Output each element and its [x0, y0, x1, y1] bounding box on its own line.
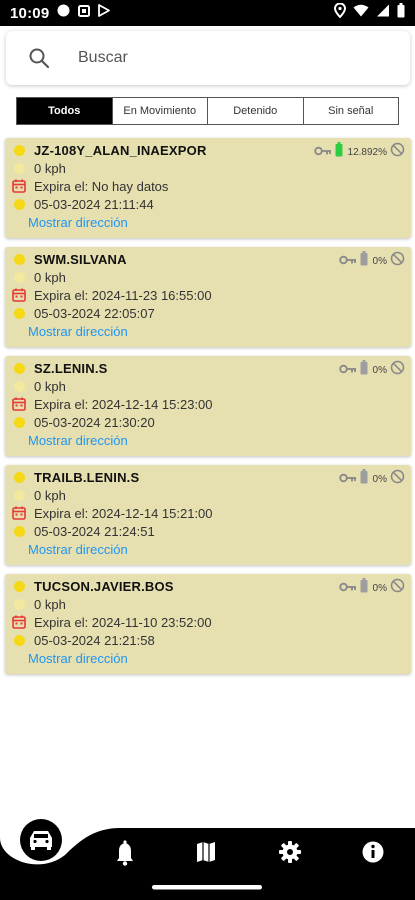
filter-tab-sin-senal[interactable]: Sin señal	[303, 98, 398, 124]
info-icon[interactable]	[362, 841, 384, 863]
sun-icon	[11, 251, 27, 267]
sun-icon	[11, 142, 27, 158]
battery-percent: 12.892%	[347, 146, 387, 158]
notification-square-icon	[78, 4, 91, 22]
vehicle-timestamp: 05-03-2024 21:24:51	[34, 523, 155, 539]
clock-icon	[11, 523, 27, 539]
location-icon	[333, 2, 347, 23]
vehicle-name: SWM.SILVANA	[34, 251, 127, 267]
vehicle-speed: 0 kph	[34, 487, 66, 503]
key-icon	[313, 143, 332, 161]
vehicle-expiry: Expira el: 2024-11-23 16:55:00	[34, 287, 212, 303]
clock-icon	[11, 305, 27, 321]
battery-icon	[360, 578, 368, 598]
vehicle-card[interactable]: TUCSON.JAVIER.BOS 0 kph Expira el: 2024-…	[5, 574, 411, 674]
vehicle-card[interactable]: SZ.LENIN.S 0 kph Expira el: 2024-12-14 1…	[5, 356, 411, 456]
sun-icon	[11, 360, 27, 376]
sun-icon	[11, 578, 27, 594]
vehicle-timestamp: 05-03-2024 21:30:20	[34, 414, 155, 430]
vehicle-expiry: Expira el: 2024-12-14 15:21:00	[34, 505, 213, 521]
vehicle-card[interactable]: TRAILB.LENIN.S 0 kph Expira el: 2024-12-…	[5, 465, 411, 565]
vehicle-speed: 0 kph	[34, 269, 66, 285]
vehicle-name: JZ-108Y_ALAN_INAEXPOR	[34, 142, 207, 158]
calendar-icon	[11, 396, 27, 412]
clock-icon	[11, 632, 27, 648]
key-icon	[338, 361, 357, 379]
battery-percent: 0%	[372, 582, 387, 594]
search-bar[interactable]	[6, 31, 410, 85]
vehicle-timestamp: 05-03-2024 21:21:58	[34, 632, 155, 648]
show-address-link[interactable]: Mostrar dirección	[28, 542, 128, 557]
vehicle-name: TUCSON.JAVIER.BOS	[34, 578, 174, 594]
speed-icon	[11, 596, 27, 612]
notification-dot-icon	[57, 4, 70, 22]
battery-icon	[335, 142, 343, 162]
search-icon[interactable]	[28, 47, 50, 69]
battery-percent: 0%	[372, 364, 387, 376]
battery-status-icon	[397, 3, 405, 23]
show-address-link[interactable]: Mostrar dirección	[28, 215, 128, 230]
wifi-icon	[353, 4, 369, 22]
key-icon	[338, 579, 357, 597]
no-signal-icon	[390, 360, 405, 380]
vehicle-name: SZ.LENIN.S	[34, 360, 108, 376]
vehicle-name: TRAILB.LENIN.S	[34, 469, 140, 485]
speed-icon	[11, 487, 27, 503]
vehicle-expiry: Expira el: 2024-11-10 23:52:00	[34, 614, 212, 630]
vehicle-card[interactable]: JZ-108Y_ALAN_INAEXPOR 0 kph Expira el: N…	[5, 138, 411, 238]
calendar-icon	[11, 505, 27, 521]
sun-icon	[11, 469, 27, 485]
no-signal-icon	[390, 251, 405, 271]
calendar-icon	[11, 614, 27, 630]
filter-tab-todos[interactable]: Todos	[17, 98, 113, 124]
no-signal-icon	[390, 469, 405, 489]
calendar-icon	[11, 178, 27, 194]
clock-icon	[11, 196, 27, 212]
battery-percent: 0%	[372, 473, 387, 485]
vehicle-timestamp: 05-03-2024 21:11:44	[34, 196, 154, 212]
battery-percent: 0%	[372, 255, 387, 267]
battery-icon	[360, 360, 368, 380]
gear-icon[interactable]	[279, 841, 301, 863]
filter-tabs: Todos En Movimiento Detenido Sin señal	[16, 97, 399, 125]
battery-icon	[360, 251, 368, 271]
speed-icon	[11, 160, 27, 176]
play-store-icon	[98, 4, 111, 22]
status-bar: 10:09	[0, 0, 415, 26]
vehicle-speed: 0 kph	[34, 160, 66, 176]
show-address-link[interactable]: Mostrar dirección	[28, 324, 128, 339]
vehicle-speed: 0 kph	[34, 596, 66, 612]
speed-icon	[11, 269, 27, 285]
car-icon[interactable]	[20, 819, 62, 861]
vehicle-expiry: Expira el: No hay datos	[34, 178, 169, 194]
signal-icon	[376, 4, 390, 22]
calendar-icon	[11, 287, 27, 303]
key-icon	[338, 470, 357, 488]
filter-tab-en-movimiento[interactable]: En Movimiento	[112, 98, 208, 124]
vehicle-timestamp: 05-03-2024 22:05:07	[34, 305, 155, 321]
vehicle-speed: 0 kph	[34, 378, 66, 394]
vehicle-list: JZ-108Y_ALAN_INAEXPOR 0 kph Expira el: N…	[5, 138, 411, 683]
battery-icon	[360, 469, 368, 489]
search-input[interactable]	[78, 45, 378, 71]
vehicle-expiry: Expira el: 2024-12-14 15:23:00	[34, 396, 213, 412]
speed-icon	[11, 378, 27, 394]
bottom-navigation	[0, 819, 415, 900]
no-signal-icon	[390, 142, 405, 162]
vehicle-card[interactable]: SWM.SILVANA 0 kph Expira el: 2024-11-23 …	[5, 247, 411, 347]
status-time: 10:09	[10, 4, 50, 22]
key-icon	[338, 252, 357, 270]
filter-tab-detenido[interactable]: Detenido	[208, 98, 304, 124]
clock-icon	[11, 414, 27, 430]
show-address-link[interactable]: Mostrar dirección	[28, 433, 128, 448]
no-signal-icon	[390, 578, 405, 598]
map-icon[interactable]	[197, 842, 215, 862]
show-address-link[interactable]: Mostrar dirección	[28, 651, 128, 666]
